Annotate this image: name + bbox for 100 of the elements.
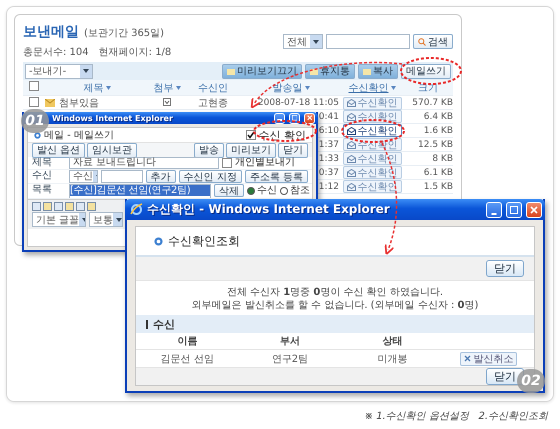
checkbox-label: 개인별보내기 xyxy=(235,157,295,169)
table-cell-text: 연구2팀 xyxy=(272,352,308,366)
mail-size: 6.1 KB xyxy=(424,168,453,178)
recipient-field[interactable] xyxy=(100,170,143,183)
sent-date: 1:33 xyxy=(318,154,340,164)
column-header: 상태 xyxy=(382,335,403,348)
search-icon xyxy=(418,38,426,46)
action-button[interactable]: 닫기 xyxy=(278,142,308,158)
attachment-icon xyxy=(163,98,171,106)
callout-ellipse xyxy=(400,57,462,85)
envelope-icon xyxy=(346,99,356,107)
row-checkbox[interactable] xyxy=(29,96,39,106)
sort-icon xyxy=(176,86,180,90)
callout-ellipse xyxy=(253,120,317,142)
dialog-heading: 수신확인조회 xyxy=(168,232,240,250)
mail-size: 12.5 KB xyxy=(418,140,453,150)
folder-icon xyxy=(363,68,371,74)
search-scope-select[interactable]: 전체 xyxy=(283,34,323,49)
window-title: 수신확인 - Windows Internet Explorer xyxy=(147,201,391,218)
compose-button[interactable]: 메일쓰기 xyxy=(401,64,451,78)
search-field[interactable] xyxy=(326,34,410,49)
option-button[interactable]: 발신 옵션 xyxy=(32,142,86,158)
sent-date: 0:41 xyxy=(318,112,340,122)
envelope-icon xyxy=(346,126,356,134)
font-size-select[interactable]: 보통 xyxy=(89,212,123,227)
sent-date: 0:37 xyxy=(318,168,340,178)
envelope-icon xyxy=(346,112,356,120)
caret-icon xyxy=(113,213,122,226)
envelope-icon xyxy=(346,154,356,162)
search-button[interactable]: 검색 xyxy=(413,34,453,49)
envelope-icon xyxy=(45,99,55,107)
maximize-button[interactable] xyxy=(506,202,522,218)
recipient-kind-radio[interactable]: 참조 xyxy=(280,184,310,196)
delete-button[interactable]: 삭제 xyxy=(214,184,244,197)
sent-date: 2008-07-18 11:05 xyxy=(258,98,340,108)
toolbar-button[interactable]: 복사 xyxy=(358,64,398,78)
field-label: 목록 xyxy=(32,184,53,196)
option-button[interactable]: 임시보관 xyxy=(87,142,138,158)
column-header[interactable]: 첨부 xyxy=(154,80,180,94)
column-header: 부서 xyxy=(280,335,300,348)
caret-icon xyxy=(80,64,92,78)
page-indicator: 현재페이지: 1/8 xyxy=(98,46,172,59)
close-button[interactable] xyxy=(304,112,315,124)
action-button[interactable]: 미리보기 xyxy=(226,142,276,158)
status-message: 외부메일은 발신취소를 할 수 없습니다. (외부메일 수신자 : 0명) xyxy=(190,299,480,312)
recipient-button[interactable]: 추가 xyxy=(146,170,176,183)
close-button[interactable]: 닫기 xyxy=(486,260,524,277)
sent-date: 6:10 xyxy=(318,126,340,136)
table-cell-text: 미개봉 xyxy=(378,352,408,366)
mail-subject[interactable]: 첨부있음 xyxy=(59,96,99,110)
sent-date: 1:37 xyxy=(318,140,340,150)
column-header: 이름 xyxy=(177,335,198,348)
send-select[interactable]: -보내기- xyxy=(25,64,93,78)
column-header[interactable]: 수신인 xyxy=(198,80,228,94)
sort-icon xyxy=(106,86,110,90)
sent-date: 1:12 xyxy=(318,182,340,192)
column-header[interactable]: 크기 xyxy=(418,80,438,94)
checkbox[interactable] xyxy=(246,130,256,140)
cancel-send-button[interactable]: 발신취소 xyxy=(460,352,518,366)
cancel-icon xyxy=(464,355,472,362)
toolbar-button[interactable]: 미리보기끄기 xyxy=(222,64,302,78)
recipient-type-select[interactable]: 수신 xyxy=(69,170,98,183)
mail-size: 1.6 KB xyxy=(424,126,453,136)
sort-icon xyxy=(304,86,310,90)
minimize-button[interactable] xyxy=(486,202,502,218)
field-label: 수신 xyxy=(32,170,53,182)
minimize-icon xyxy=(490,212,498,214)
mail-size: 570.7 KB xyxy=(412,98,453,108)
envelope-icon xyxy=(346,168,356,176)
check-icon xyxy=(246,131,254,139)
maximize-icon xyxy=(510,206,518,214)
minimize-icon xyxy=(276,118,282,120)
close-icon xyxy=(306,115,312,121)
status-message: 전체 수신자 1명중 0명이 수신 확인 하였습니다. xyxy=(226,286,444,299)
step-badge: 02 xyxy=(517,369,545,393)
section-title: 수신 xyxy=(153,316,175,332)
font-select[interactable]: 기본 글꼴 xyxy=(32,212,86,227)
action-button[interactable]: 발송 xyxy=(194,142,224,158)
column-header[interactable]: 제목 xyxy=(84,80,110,94)
browser-logo-icon xyxy=(130,203,143,216)
envelope-icon xyxy=(346,140,356,148)
select-all-checkbox[interactable] xyxy=(29,81,39,91)
column-header[interactable]: 수신확인 xyxy=(348,80,396,94)
folder-icon xyxy=(227,68,235,74)
individual-send-checkbox[interactable]: 개인별보내기 xyxy=(222,157,295,169)
recipient-kind-radio[interactable]: 수신 xyxy=(247,184,277,196)
close-button[interactable] xyxy=(526,202,542,218)
subject-field[interactable]: 자료 보내드립니다 xyxy=(69,157,219,169)
close-icon xyxy=(530,206,538,214)
column-header[interactable]: 발송일 xyxy=(272,80,310,94)
checkbox[interactable] xyxy=(222,158,232,168)
toolbar-button[interactable]: 휴지통 xyxy=(305,64,355,78)
total-count: 총문서수: 104 xyxy=(23,46,89,59)
recipient-name: 고현종 xyxy=(198,98,228,109)
receipt-check-button[interactable]: 수신확인 xyxy=(342,124,402,137)
page-title: 보낸메일 xyxy=(23,23,79,41)
mail-size: 8 KB xyxy=(432,154,453,164)
recipient-button[interactable]: 수신인 지정 xyxy=(178,170,242,183)
caret-icon xyxy=(310,35,322,48)
recipient-button[interactable]: 주소록 등록 xyxy=(244,170,308,183)
